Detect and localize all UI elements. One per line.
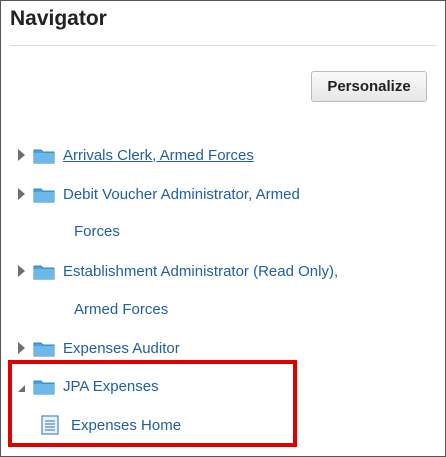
- nav-item-arrivals-clerk[interactable]: Arrivals Clerk, Armed Forces: [18, 143, 254, 167]
- expand-triangle-icon[interactable]: [18, 149, 25, 161]
- nav-item-label[interactable]: Arrivals Clerk, Armed Forces: [63, 147, 254, 164]
- nav-item-establishment-admin[interactable]: Establishment Administrator (Read Only),: [18, 259, 338, 283]
- nav-item-expenses-auditor[interactable]: Expenses Auditor: [18, 336, 180, 360]
- personalize-button[interactable]: Personalize: [311, 71, 427, 102]
- navigator-panel: Navigator Personalize Arrivals Clerk, Ar…: [0, 0, 446, 457]
- title-divider: [10, 45, 437, 46]
- nav-item-label-continued[interactable]: Forces: [74, 223, 120, 240]
- folder-icon: [33, 188, 55, 202]
- nav-item-label[interactable]: Debit Voucher Administrator, Armed: [63, 186, 300, 203]
- folder-icon: [33, 342, 55, 356]
- navigator-title: Navigator: [10, 7, 107, 30]
- highlight-box: [8, 360, 297, 447]
- folder-icon: [33, 149, 55, 163]
- folder-icon: [33, 265, 55, 279]
- nav-item-debit-voucher-admin[interactable]: Debit Voucher Administrator, Armed: [18, 182, 300, 206]
- expand-triangle-icon[interactable]: [18, 265, 25, 277]
- nav-item-label-continued[interactable]: Armed Forces: [74, 301, 168, 318]
- expand-triangle-icon[interactable]: [18, 188, 25, 200]
- nav-item-label[interactable]: Establishment Administrator (Read Only),: [63, 263, 338, 280]
- nav-item-label[interactable]: Expenses Auditor: [63, 340, 180, 357]
- expand-triangle-icon[interactable]: [18, 342, 25, 354]
